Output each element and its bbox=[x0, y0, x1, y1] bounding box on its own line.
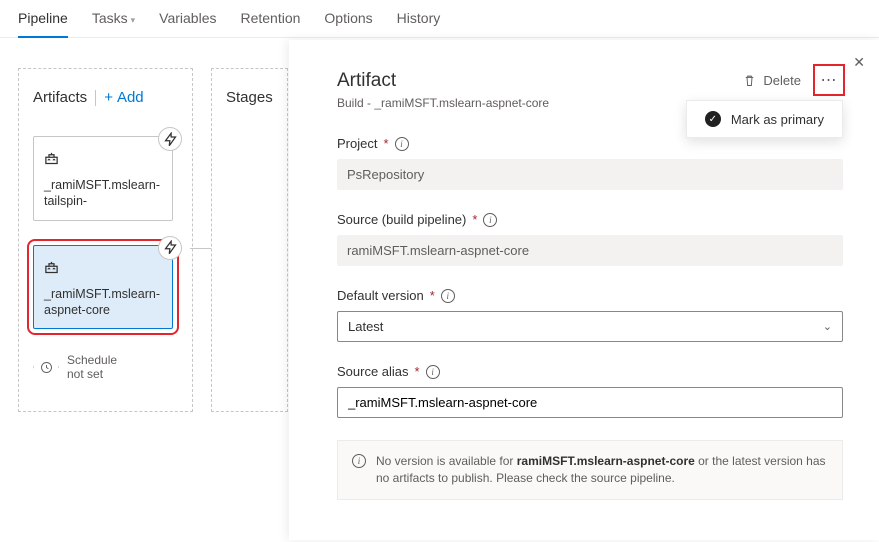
warn-bold: ramiMSFT.mslearn-aspnet-core bbox=[517, 454, 695, 468]
artifacts-title: Artifacts bbox=[33, 89, 87, 106]
schedule-line1: Schedule bbox=[67, 353, 117, 367]
build-icon bbox=[44, 151, 59, 166]
info-icon: i bbox=[352, 454, 366, 468]
tab-variables[interactable]: Variables bbox=[159, 10, 216, 37]
trigger-badge[interactable] bbox=[158, 127, 182, 151]
stages-title: Stages bbox=[226, 89, 273, 106]
schedule-block[interactable]: Schedule not set bbox=[33, 353, 178, 381]
artifact-panel: ✕ Delete ⋯ ✓ Mark as primary Artifact Bu… bbox=[289, 40, 879, 540]
trigger-badge[interactable] bbox=[158, 236, 182, 260]
context-menu[interactable]: ✓ Mark as primary bbox=[686, 100, 843, 138]
required-asterisk: * bbox=[415, 364, 420, 379]
tab-retention[interactable]: Retention bbox=[240, 10, 300, 37]
version-label: Default version * i bbox=[337, 288, 843, 303]
alias-input[interactable] bbox=[337, 387, 843, 418]
info-icon[interactable]: i bbox=[441, 289, 455, 303]
delete-button[interactable]: Delete bbox=[742, 73, 801, 88]
info-icon[interactable]: i bbox=[483, 213, 497, 227]
schedule-line2: not set bbox=[67, 367, 117, 381]
field-alias: Source alias * i bbox=[337, 364, 843, 418]
add-label: Add bbox=[117, 89, 144, 106]
panel-actions: Delete ⋯ bbox=[742, 66, 843, 94]
trash-icon bbox=[742, 73, 757, 88]
version-select[interactable]: Latest ⌄ bbox=[337, 311, 843, 342]
tab-tasks-label: Tasks bbox=[92, 10, 128, 26]
label-text: Default version bbox=[337, 288, 424, 303]
warning-box: i No version is available for ramiMSFT.m… bbox=[337, 440, 843, 500]
plus-icon: + bbox=[104, 89, 113, 106]
clock-icon bbox=[33, 354, 59, 380]
close-button[interactable]: ✕ bbox=[853, 54, 865, 71]
add-artifact-button[interactable]: + Add bbox=[104, 89, 143, 106]
tab-pipeline[interactable]: Pipeline bbox=[18, 10, 68, 38]
version-value: Latest bbox=[348, 319, 383, 334]
source-label: Source (build pipeline) * i bbox=[337, 212, 843, 227]
tab-options[interactable]: Options bbox=[324, 10, 372, 37]
tab-tasks[interactable]: Tasks▾ bbox=[92, 10, 135, 37]
chevron-down-icon: ▾ bbox=[131, 15, 136, 25]
label-text: Source (build pipeline) bbox=[337, 212, 466, 227]
lightning-icon bbox=[163, 240, 178, 255]
menu-item-primary: Mark as primary bbox=[731, 112, 824, 127]
lightning-icon bbox=[163, 132, 178, 147]
chevron-down-icon: ⌄ bbox=[823, 320, 832, 333]
source-value: ramiMSFT.mslearn-aspnet-core bbox=[337, 235, 843, 266]
label-text: Source alias bbox=[337, 364, 409, 379]
artifacts-header: Artifacts + Add bbox=[33, 89, 178, 106]
alias-label: Source alias * i bbox=[337, 364, 843, 379]
stages-column: Stages bbox=[211, 68, 288, 412]
tab-bar: Pipeline Tasks▾ Variables Retention Opti… bbox=[0, 0, 879, 38]
artifact-title: _ramiMSFT.mslearn-tailspin- bbox=[44, 177, 162, 210]
divider bbox=[95, 90, 96, 106]
project-label: Project * i bbox=[337, 136, 843, 151]
field-version: Default version * i Latest ⌄ bbox=[337, 288, 843, 342]
check-circle-icon: ✓ bbox=[705, 111, 721, 127]
build-icon bbox=[44, 260, 59, 275]
more-button[interactable]: ⋯ bbox=[815, 66, 843, 94]
field-source: Source (build pipeline) * i ramiMSFT.msl… bbox=[337, 212, 843, 266]
required-asterisk: * bbox=[383, 136, 388, 151]
required-asterisk: * bbox=[472, 212, 477, 227]
label-text: Project bbox=[337, 136, 377, 151]
field-project: Project * i PsRepository bbox=[337, 136, 843, 190]
artifact-card-tailspin[interactable]: _ramiMSFT.mslearn-tailspin- bbox=[33, 136, 173, 221]
tab-history[interactable]: History bbox=[397, 10, 441, 37]
info-icon[interactable]: i bbox=[395, 137, 409, 151]
warning-text: No version is available for ramiMSFT.msl… bbox=[376, 453, 828, 487]
artifact-title: _ramiMSFT.mslearn-aspnet-core bbox=[44, 286, 162, 319]
artifacts-column: Artifacts + Add _ramiMSFT.mslearn-tailsp… bbox=[18, 68, 193, 412]
warn-prefix: No version is available for bbox=[376, 454, 517, 468]
delete-label: Delete bbox=[763, 73, 801, 88]
schedule-text: Schedule not set bbox=[67, 353, 117, 381]
project-value: PsRepository bbox=[337, 159, 843, 190]
stages-header: Stages bbox=[226, 89, 273, 106]
artifact-card-aspnet[interactable]: _ramiMSFT.mslearn-aspnet-core bbox=[33, 245, 173, 330]
required-asterisk: * bbox=[430, 288, 435, 303]
info-icon[interactable]: i bbox=[426, 365, 440, 379]
